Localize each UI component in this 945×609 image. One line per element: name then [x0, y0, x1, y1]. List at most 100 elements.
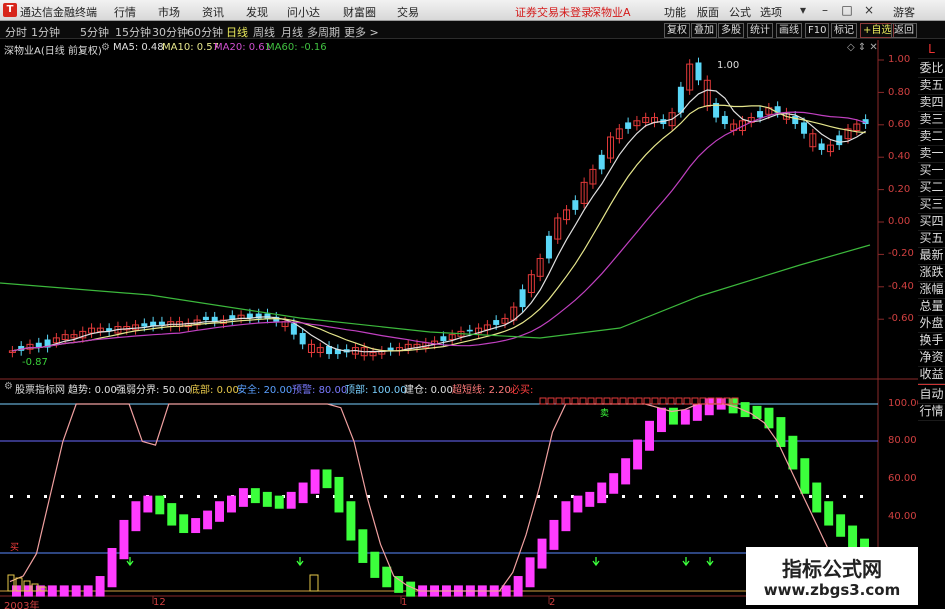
osc-bar-up	[59, 585, 69, 597]
midline-dot	[316, 495, 319, 498]
osc-bar-down	[167, 503, 177, 526]
osc-bar-down	[262, 491, 272, 507]
osc-bar-down	[382, 566, 392, 588]
stock-chart-label: 深物业A(日线 前复权)	[4, 46, 102, 57]
ind-warn: 预警: 80.00	[292, 385, 348, 396]
high-price-mark: 1.00	[717, 60, 740, 71]
osc-bar-down	[155, 495, 165, 515]
midline-dot	[452, 495, 455, 498]
midline-dot	[95, 495, 98, 498]
midline-dot	[469, 495, 472, 498]
kline-chart[interactable]	[0, 0, 945, 609]
side-auto[interactable]: 自动	[918, 384, 945, 404]
candle-down	[545, 235, 552, 259]
midline-dot	[486, 495, 489, 498]
midline-dot	[214, 495, 217, 498]
top-warning-mark	[643, 397, 651, 405]
candle-down	[466, 329, 473, 332]
candle-down	[721, 115, 728, 125]
midline-dot	[197, 495, 200, 498]
top-warning-mark	[571, 397, 579, 405]
x-label: 1	[401, 597, 408, 608]
buy-tag: 买	[10, 543, 20, 553]
osc-bar-down	[406, 581, 416, 597]
y-tick: 0.40	[888, 151, 911, 162]
indicator-name[interactable]: 股票指标网	[15, 381, 65, 396]
sell-arrow-icon	[592, 557, 600, 567]
ind-bottom: 底部: 0.00	[190, 385, 239, 396]
osc-bar-down	[346, 501, 356, 541]
candle-down	[440, 336, 447, 342]
candle-down	[519, 289, 526, 308]
osc-bar-up	[597, 482, 607, 504]
ind-build: 建仓: 0.00	[404, 385, 453, 396]
osc-bar-up	[107, 547, 117, 588]
quote-side-panel: L 委比 卖五 卖四 卖三 卖二 卖一 买一 买二 买三 买四 买五 最新 涨跌 涨幅 总量 外盘 换手 净资 收益…	[918, 40, 945, 609]
midline-dot	[78, 495, 81, 498]
osc-bar-up	[501, 585, 511, 597]
osc-bar-down	[394, 576, 404, 593]
midline-dot	[44, 495, 47, 498]
osc-bar-down	[824, 501, 834, 526]
side-top-l[interactable]: L	[918, 40, 945, 59]
candle-down	[677, 86, 684, 113]
osc-bar-up	[561, 501, 571, 532]
top-warning-mark	[667, 397, 675, 405]
indicator-gear-icon[interactable]: ⚙	[4, 381, 13, 392]
top-warning-mark	[603, 397, 611, 405]
midline-dot	[350, 495, 353, 498]
osc-bar-up	[143, 495, 153, 513]
ma20-line	[12, 111, 866, 352]
midline-dot	[673, 495, 676, 498]
osc-bar-down	[836, 514, 846, 537]
osc-bar-up	[131, 501, 141, 532]
osc-bar-down	[800, 458, 810, 494]
osc-bar-down	[322, 469, 332, 489]
candle-down	[695, 62, 702, 81]
osc-bar-up	[47, 585, 57, 597]
osc-bar-up	[525, 557, 535, 588]
top-warning-mark	[587, 397, 595, 405]
osc-bar-down	[358, 529, 368, 563]
osc-bar-down	[274, 495, 284, 509]
ma10-legend: MA10: 0.57	[162, 42, 220, 53]
top-warning-mark	[619, 397, 627, 405]
top-warning-mark	[675, 397, 683, 405]
midline-dot	[707, 495, 710, 498]
osc-bar-down	[334, 476, 344, 513]
midline-dot	[622, 495, 625, 498]
midline-dot	[775, 495, 778, 498]
candle-down	[801, 122, 808, 134]
side-btn-18[interactable]: 收益	[918, 365, 945, 384]
osc-bar-up	[83, 585, 93, 597]
side-quote[interactable]: 行情	[918, 402, 945, 421]
midline-dot	[826, 495, 829, 498]
chart-options-icon[interactable]: ◇ ⇕ ✕	[847, 42, 878, 53]
x-label: 12	[153, 597, 166, 608]
osc-bar-up	[621, 458, 631, 485]
sell-arrow-icon	[296, 557, 304, 567]
top-warning-mark	[627, 397, 635, 405]
settings-gear-icon[interactable]: ⚙	[101, 42, 110, 53]
midline-dot	[129, 495, 132, 498]
osc-bar-up	[573, 495, 583, 513]
top-warning-mark	[659, 397, 667, 405]
osc-bar-up	[609, 473, 619, 494]
midline-dot	[401, 495, 404, 498]
osc-bar-down	[788, 435, 798, 470]
top-warning-mark	[691, 397, 699, 405]
sell-arrow-icon	[706, 557, 714, 567]
top-warning-mark	[611, 397, 619, 405]
candle-down	[158, 321, 165, 325]
candle-down	[202, 316, 209, 321]
candle-down	[141, 323, 148, 327]
midline-dot	[112, 495, 115, 498]
top-warning-mark	[555, 397, 563, 405]
ma60-legend: MA60: -0.16	[266, 42, 327, 53]
y-tick: 1.00	[888, 54, 911, 65]
top-warning-mark	[563, 397, 571, 405]
top-warning-mark	[635, 397, 643, 405]
osc-bar-up	[95, 576, 105, 597]
candle-down	[836, 135, 843, 146]
osc-bar-up	[191, 518, 201, 534]
